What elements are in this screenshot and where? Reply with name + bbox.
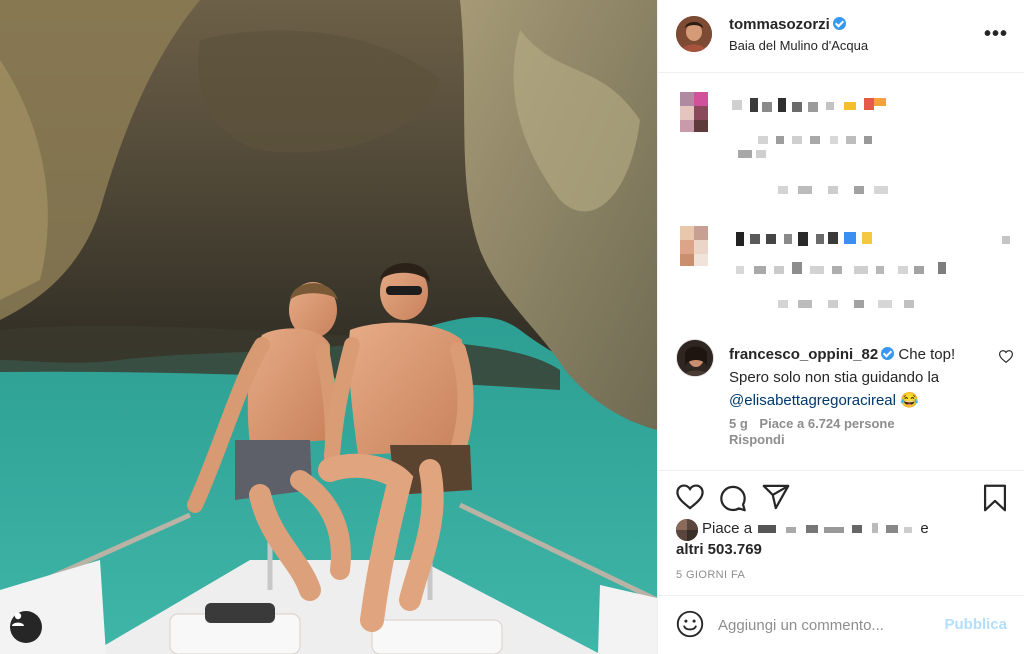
commenter-avatar[interactable]	[676, 339, 714, 377]
comment-reply-button[interactable]: Rispondi	[729, 432, 785, 447]
censored-comment	[658, 222, 1024, 322]
liker-avatar[interactable]	[676, 519, 698, 541]
verified-badge-icon	[832, 17, 846, 30]
save-button[interactable]	[983, 484, 1007, 517]
add-comment-bar: Pubblica	[658, 595, 1024, 654]
share-icon	[762, 484, 790, 510]
likes-prefix: Piace a	[702, 520, 753, 537]
publish-button[interactable]: Pubblica	[944, 616, 1007, 633]
censored-comment	[658, 88, 1024, 208]
like-button[interactable]	[676, 484, 704, 515]
comment-body: francesco_oppini_82 Che top! Spero solo …	[729, 343, 991, 412]
likes-others[interactable]: altri 503.769	[676, 541, 762, 558]
post-location[interactable]: Baia del Mulino d'Acqua	[729, 38, 868, 53]
likes-summary: Piace a e	[702, 520, 929, 537]
comment-mention[interactable]: @elisabettagregoracireal	[729, 392, 896, 409]
comment-likes[interactable]: Piace a 6.724 persone	[759, 416, 894, 431]
emoji-button[interactable]	[676, 610, 704, 643]
likes-suffix: e	[920, 520, 929, 537]
post-photo[interactable]	[0, 0, 657, 654]
author-avatar[interactable]	[676, 16, 712, 52]
user-tag-icon	[12, 612, 24, 626]
comment-input[interactable]	[718, 610, 938, 640]
post-actions	[658, 470, 1024, 526]
more-options-icon: •••	[983, 23, 1008, 45]
share-button[interactable]	[762, 484, 790, 515]
post-date[interactable]: 5 GIORNI FA	[676, 569, 745, 581]
user-tag-button[interactable]	[10, 611, 42, 643]
verified-badge-icon	[881, 347, 895, 360]
heart-icon	[998, 350, 1014, 364]
more-options-button[interactable]: •••	[984, 24, 1008, 44]
bookmark-icon	[983, 484, 1007, 512]
emoji-icon	[676, 610, 704, 638]
commenter-avatar-image	[677, 340, 713, 376]
author-avatar-image	[676, 16, 712, 52]
comment-button[interactable]	[719, 484, 747, 517]
post-header: tommasozorzi Baia del Mulino d'Acqua •••	[658, 0, 1024, 73]
censored-liker-name[interactable]	[756, 523, 916, 535]
heart-icon	[676, 484, 704, 510]
comment-age: 5 g	[729, 416, 748, 431]
cave-boat-image	[0, 0, 657, 654]
commenter-username[interactable]: francesco_oppini_82	[729, 346, 878, 363]
post-side-panel: tommasozorzi Baia del Mulino d'Acqua •••	[657, 0, 1024, 654]
instagram-post: tommasozorzi Baia del Mulino d'Acqua •••	[0, 0, 1024, 654]
author-username-text[interactable]: tommasozorzi	[729, 16, 830, 33]
comment-meta: 5 g Piace a 6.724 persone	[729, 416, 903, 432]
author-username[interactable]: tommasozorzi	[729, 16, 846, 33]
liker-avatar-image	[676, 519, 698, 541]
comment-like-button[interactable]	[998, 350, 1014, 368]
comment-icon	[720, 485, 746, 512]
comment-emoji: 😂	[900, 392, 919, 409]
